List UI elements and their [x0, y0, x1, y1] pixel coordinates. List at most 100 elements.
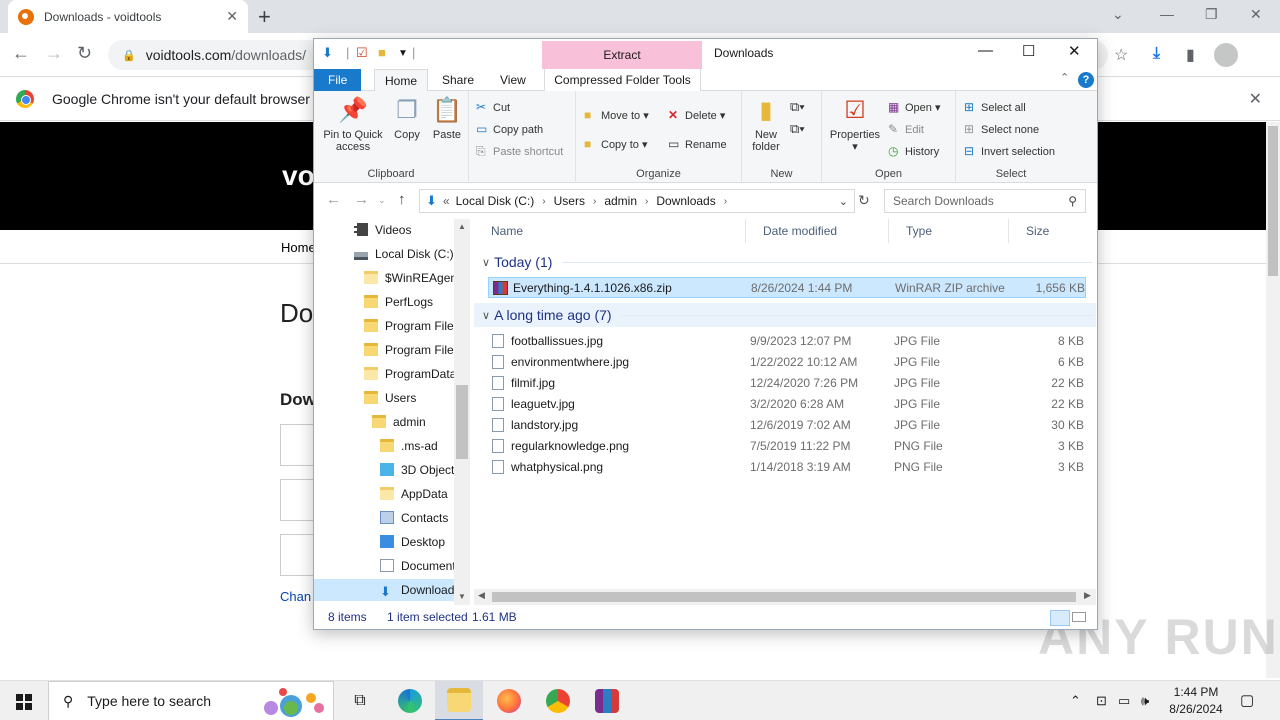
file-row[interactable]: regularknowledge.png 7/5/2019 11:22 PM P…: [488, 436, 1086, 457]
nav-item-3d-objects[interactable]: 3D Objects: [380, 459, 460, 481]
properties-qat-icon[interactable]: ☑: [356, 45, 368, 61]
edit-button[interactable]: ✎ Edit: [888, 122, 924, 136]
bookmark-star-icon[interactable]: ☆: [1114, 45, 1128, 65]
nav-item-admin[interactable]: admin: [372, 411, 426, 433]
invert-selection-button[interactable]: ⊟ Invert selection: [964, 144, 1055, 158]
scroll-left-icon[interactable]: ◀: [478, 590, 485, 601]
hscroll-thumb[interactable]: [492, 592, 1076, 602]
column-header-size[interactable]: Size: [1009, 219, 1089, 243]
tab-search-chevron-icon[interactable]: ⌄: [1112, 6, 1124, 23]
pin-to-quick-access-button[interactable]: 📌 Pin to Quick access: [318, 97, 388, 153]
nav-item-program-files-x86[interactable]: Program Files: [364, 339, 460, 361]
file-row[interactable]: footballissues.jpg 9/9/2023 12:07 PM JPG…: [488, 331, 1086, 352]
notification-icon[interactable]: ▢: [1240, 681, 1254, 720]
browser-tab[interactable]: Downloads - voidtools ✕: [8, 0, 248, 33]
paste-button[interactable]: 📋 Paste: [430, 97, 464, 141]
start-button[interactable]: [0, 681, 48, 720]
site-logo[interactable]: vo: [282, 160, 315, 192]
new-folder-qat-icon[interactable]: ■: [378, 45, 386, 60]
details-view-icon[interactable]: [1050, 610, 1070, 626]
copy-button[interactable]: ❐ Copy: [390, 97, 424, 141]
nav-scroll-thumb[interactable]: [456, 385, 468, 459]
group-header-today[interactable]: ∨ Today (1): [474, 250, 1096, 274]
forward-arrow-icon[interactable]: →: [45, 43, 63, 64]
page-scrollbar[interactable]: [1266, 122, 1280, 678]
up-folder-icon[interactable]: ↑: [398, 191, 406, 208]
group-collapse-chevron-icon[interactable]: ∨: [482, 256, 490, 269]
taskbar-file-explorer[interactable]: [435, 681, 483, 720]
address-overflow[interactable]: «: [443, 194, 450, 208]
crumb-sep-icon[interactable]: ›: [542, 196, 545, 207]
reload-icon[interactable]: ↻: [77, 43, 92, 64]
column-header-type[interactable]: Type: [889, 219, 1009, 243]
rename-button[interactable]: ▭ Rename: [668, 137, 727, 151]
crumb-users[interactable]: Users: [554, 194, 585, 208]
easy-access-icon[interactable]: ⧉▾: [790, 121, 805, 137]
file-row[interactable]: landstory.jpg 12/6/2019 7:02 AM JPG File…: [488, 415, 1086, 436]
taskbar-winrar[interactable]: [583, 681, 631, 720]
crumb-admin[interactable]: admin: [604, 194, 637, 208]
file-row[interactable]: leaguetv.jpg 3/2/2020 6:28 AM JPG File 2…: [488, 394, 1086, 415]
chrome-restore-button[interactable]: ❐: [1205, 6, 1218, 23]
profile-avatar[interactable]: [1214, 43, 1238, 67]
taskbar-firefox[interactable]: [485, 681, 533, 720]
nav-item-users[interactable]: Users: [364, 387, 416, 409]
history-button[interactable]: ◷ History: [888, 144, 939, 158]
nav-item-downloads[interactable]: ⬇ Downloads: [314, 579, 460, 601]
infobar-close-icon[interactable]: ✕: [1249, 89, 1262, 109]
side-panel-icon[interactable]: ▮: [1186, 45, 1195, 65]
help-icon[interactable]: ?: [1078, 72, 1094, 88]
explorer-address-bar[interactable]: ⬇ « Local Disk (C:) › Users › admin › Downl…: [419, 189, 855, 213]
column-header-date[interactable]: Date modified: [746, 219, 889, 243]
explorer-back-icon[interactable]: ←: [326, 191, 341, 208]
open-button[interactable]: ▦ Open ▾: [888, 100, 941, 114]
file-list-hscrollbar[interactable]: ◀ ▶: [474, 589, 1096, 605]
site-nav-home[interactable]: Home: [281, 240, 316, 255]
delete-button[interactable]: ✕ Delete ▾: [668, 108, 725, 122]
new-tab-button[interactable]: +: [258, 4, 271, 30]
qat-dropdown-icon[interactable]: ▼: [398, 48, 408, 59]
taskbar-search-box[interactable]: ⚲ Type here to search: [48, 681, 334, 720]
tab-close-icon[interactable]: ✕: [226, 8, 238, 25]
address-dropdown-icon[interactable]: ⌄: [839, 195, 848, 208]
nav-item-desktop[interactable]: Desktop: [380, 531, 445, 553]
taskbar-chrome[interactable]: [534, 681, 582, 720]
copy-to-button[interactable]: ■ Copy to ▾: [584, 137, 648, 151]
file-row[interactable]: whatphysical.png 1/14/2018 3:19 AM PNG F…: [488, 457, 1086, 478]
file-row[interactable]: environmentwhere.jpg 1/22/2022 10:12 AM …: [488, 352, 1086, 373]
select-none-button[interactable]: ⊞ Select none: [964, 122, 1039, 136]
properties-button[interactable]: ☑ Properties ▾: [828, 97, 882, 153]
scroll-down-icon[interactable]: ▼: [458, 592, 466, 601]
tray-overflow-icon[interactable]: ⌃: [1070, 681, 1081, 720]
tray-device-icon[interactable]: ⊡: [1096, 681, 1107, 720]
crumb-sep-icon[interactable]: ›: [593, 196, 596, 207]
chrome-close-button[interactable]: ✕: [1250, 6, 1262, 23]
site-changes-link[interactable]: Chan: [280, 589, 311, 604]
nav-item-winreagent[interactable]: $WinREAgent: [364, 267, 460, 289]
tab-compressed-folder-tools[interactable]: Compressed Folder Tools: [544, 69, 701, 91]
explorer-close-button[interactable]: ✕: [1068, 42, 1081, 60]
recent-locations-icon[interactable]: ⌄: [378, 195, 386, 206]
nav-item-local-disk[interactable]: Local Disk (C:): [354, 243, 454, 265]
nav-item-appdata[interactable]: AppData: [380, 483, 448, 505]
explorer-maximize-button[interactable]: ☐: [1022, 42, 1035, 60]
crumb-sep-icon[interactable]: ›: [724, 196, 727, 207]
new-folder-button[interactable]: ▮ New folder: [746, 97, 786, 153]
group-header-long-ago[interactable]: ∨ A long time ago (7): [474, 303, 1096, 327]
task-view-button[interactable]: ⧉: [336, 681, 384, 720]
nav-item-contacts[interactable]: Contacts: [380, 507, 448, 529]
tab-share[interactable]: Share: [434, 69, 482, 91]
nav-item-videos[interactable]: Videos: [354, 219, 411, 241]
explorer-search-input[interactable]: Search Downloads ⚲: [884, 189, 1086, 213]
crumb-sep-icon[interactable]: ›: [645, 196, 648, 207]
chrome-minimize-button[interactable]: —: [1160, 6, 1174, 22]
column-header-name[interactable]: Name: [474, 219, 746, 243]
nav-item-ms-ad[interactable]: .ms-ad: [380, 435, 438, 457]
extract-contextual-tab[interactable]: Extract: [542, 41, 702, 69]
crumb-downloads[interactable]: Downloads: [656, 194, 715, 208]
crumb-local-disk[interactable]: Local Disk (C:): [456, 194, 535, 208]
nav-item-documents[interactable]: Documents: [380, 555, 462, 577]
file-row[interactable]: filmif.jpg 12/24/2020 7:26 PM JPG File 2…: [488, 373, 1086, 394]
nav-item-program-files[interactable]: Program Files: [364, 315, 460, 337]
select-all-button[interactable]: ⊞ Select all: [964, 100, 1026, 114]
